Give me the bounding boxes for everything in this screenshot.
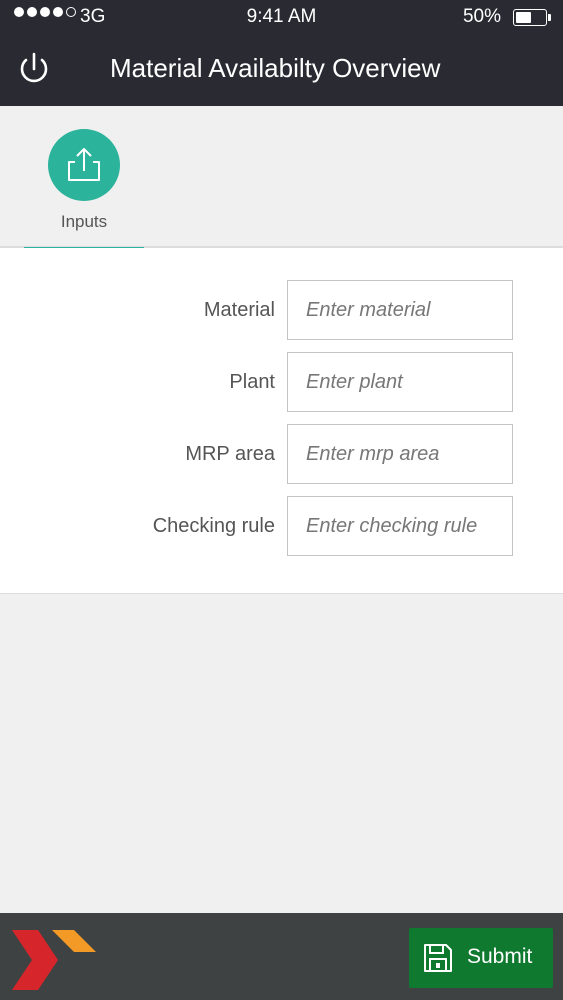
mrp-area-input[interactable] [287,424,513,484]
top-bar: 3G 9:41 AM 50% Material Availabilty Over… [0,0,563,106]
tab-label: Inputs [60,212,108,231]
nav-bar: Material Availabilty Overview [0,34,563,106]
page-title: Material Availabilty Overview [110,53,441,83]
submit-label: Submit [467,945,533,968]
save-icon [424,944,452,972]
material-input[interactable] [287,280,513,340]
plant-input[interactable] [287,352,513,412]
status-bar: 3G 9:41 AM 50% [0,0,563,34]
power-button[interactable] [14,49,54,89]
plant-label: Plant [229,371,275,393]
material-row: Material [0,280,563,340]
submit-button[interactable]: Submit [409,928,553,988]
brand-logo-icon [12,930,96,990]
checking-rule-input[interactable] [287,496,513,556]
tab-icon-circle [48,129,120,201]
power-icon [20,52,48,83]
inputs-form: Material Plant MRP area Checking rule [0,248,563,594]
tab-bar: Inputs [0,106,563,250]
battery-percent: 50% [462,6,501,27]
battery-icon [513,9,551,26]
mrp-area-row: MRP area [0,424,563,484]
footer-bar: Submit [0,913,563,1000]
upload-icon [68,148,100,181]
material-label: Material [203,299,275,321]
mrp-area-label: MRP area [185,443,275,465]
tab-inputs[interactable]: Inputs [24,106,144,250]
plant-row: Plant [0,352,563,412]
checking-rule-label: Checking rule [152,515,275,537]
checking-rule-row: Checking rule [0,496,563,556]
